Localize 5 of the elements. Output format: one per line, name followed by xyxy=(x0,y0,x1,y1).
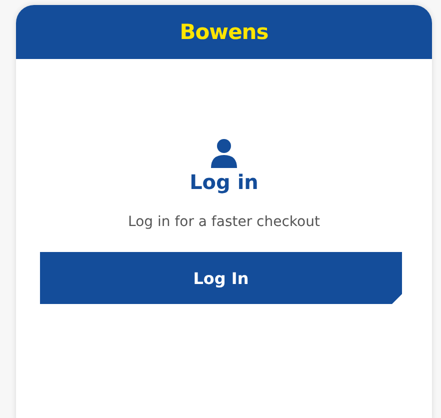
login-button[interactable]: Log In xyxy=(40,252,402,304)
login-subtitle: Log in for a faster checkout xyxy=(128,214,320,230)
user-icon xyxy=(211,138,237,168)
brand-logo: Bowens xyxy=(180,20,268,44)
login-title: Log in xyxy=(190,170,258,194)
